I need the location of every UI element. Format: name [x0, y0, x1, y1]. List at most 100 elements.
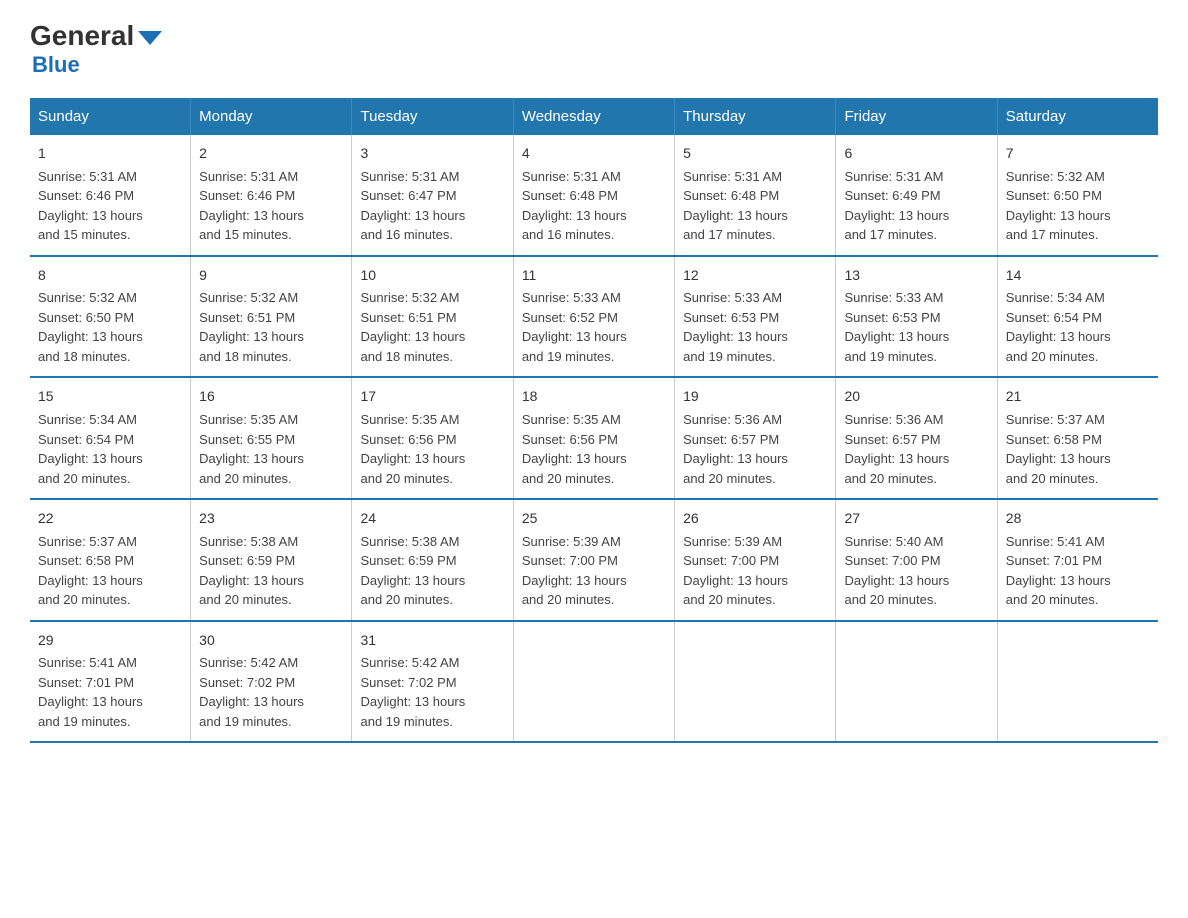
calendar-cell: 10Sunrise: 5:32 AMSunset: 6:51 PMDayligh…: [352, 256, 513, 378]
day-number: 19: [683, 386, 827, 408]
day-number: 1: [38, 143, 182, 165]
col-header-saturday: Saturday: [997, 98, 1158, 135]
day-number: 8: [38, 265, 182, 287]
day-info: Sunrise: 5:32 AMSunset: 6:51 PMDaylight:…: [360, 288, 504, 366]
day-info: Sunrise: 5:31 AMSunset: 6:46 PMDaylight:…: [199, 167, 343, 245]
col-header-tuesday: Tuesday: [352, 98, 513, 135]
page-header: General Blue: [30, 20, 1158, 78]
day-info: Sunrise: 5:34 AMSunset: 6:54 PMDaylight:…: [1006, 288, 1150, 366]
calendar-table: SundayMondayTuesdayWednesdayThursdayFrid…: [30, 98, 1158, 743]
day-info: Sunrise: 5:42 AMSunset: 7:02 PMDaylight:…: [360, 653, 504, 731]
calendar-cell: 21Sunrise: 5:37 AMSunset: 6:58 PMDayligh…: [997, 377, 1158, 499]
day-number: 31: [360, 630, 504, 652]
calendar-cell: 7Sunrise: 5:32 AMSunset: 6:50 PMDaylight…: [997, 135, 1158, 256]
day-info: Sunrise: 5:35 AMSunset: 6:56 PMDaylight:…: [360, 410, 504, 488]
day-number: 27: [844, 508, 988, 530]
day-info: Sunrise: 5:31 AMSunset: 6:47 PMDaylight:…: [360, 167, 504, 245]
col-header-monday: Monday: [191, 98, 352, 135]
calendar-cell: 2Sunrise: 5:31 AMSunset: 6:46 PMDaylight…: [191, 135, 352, 256]
calendar-cell: [836, 621, 997, 743]
day-info: Sunrise: 5:32 AMSunset: 6:50 PMDaylight:…: [1006, 167, 1150, 245]
day-number: 23: [199, 508, 343, 530]
calendar-cell: 24Sunrise: 5:38 AMSunset: 6:59 PMDayligh…: [352, 499, 513, 621]
day-number: 5: [683, 143, 827, 165]
calendar-cell: [997, 621, 1158, 743]
day-number: 26: [683, 508, 827, 530]
calendar-cell: 12Sunrise: 5:33 AMSunset: 6:53 PMDayligh…: [675, 256, 836, 378]
logo-arrow-icon: [138, 31, 162, 45]
calendar-cell: 17Sunrise: 5:35 AMSunset: 6:56 PMDayligh…: [352, 377, 513, 499]
calendar-cell: 15Sunrise: 5:34 AMSunset: 6:54 PMDayligh…: [30, 377, 191, 499]
day-number: 20: [844, 386, 988, 408]
day-info: Sunrise: 5:35 AMSunset: 6:56 PMDaylight:…: [522, 410, 666, 488]
calendar-cell: 31Sunrise: 5:42 AMSunset: 7:02 PMDayligh…: [352, 621, 513, 743]
day-number: 12: [683, 265, 827, 287]
day-number: 15: [38, 386, 182, 408]
col-header-sunday: Sunday: [30, 98, 191, 135]
day-info: Sunrise: 5:37 AMSunset: 6:58 PMDaylight:…: [38, 532, 182, 610]
day-number: 6: [844, 143, 988, 165]
day-info: Sunrise: 5:33 AMSunset: 6:53 PMDaylight:…: [844, 288, 988, 366]
week-row-2: 8Sunrise: 5:32 AMSunset: 6:50 PMDaylight…: [30, 256, 1158, 378]
day-info: Sunrise: 5:38 AMSunset: 6:59 PMDaylight:…: [360, 532, 504, 610]
logo-general: General: [30, 20, 162, 52]
calendar-cell: 8Sunrise: 5:32 AMSunset: 6:50 PMDaylight…: [30, 256, 191, 378]
day-number: 28: [1006, 508, 1150, 530]
col-header-thursday: Thursday: [675, 98, 836, 135]
calendar-cell: 18Sunrise: 5:35 AMSunset: 6:56 PMDayligh…: [513, 377, 674, 499]
logo-blue: Blue: [32, 52, 80, 78]
calendar-cell: 1Sunrise: 5:31 AMSunset: 6:46 PMDaylight…: [30, 135, 191, 256]
day-info: Sunrise: 5:38 AMSunset: 6:59 PMDaylight:…: [199, 532, 343, 610]
week-row-4: 22Sunrise: 5:37 AMSunset: 6:58 PMDayligh…: [30, 499, 1158, 621]
calendar-cell: 30Sunrise: 5:42 AMSunset: 7:02 PMDayligh…: [191, 621, 352, 743]
logo: General Blue: [30, 20, 162, 78]
col-header-friday: Friday: [836, 98, 997, 135]
day-number: 21: [1006, 386, 1150, 408]
day-number: 29: [38, 630, 182, 652]
calendar-cell: 3Sunrise: 5:31 AMSunset: 6:47 PMDaylight…: [352, 135, 513, 256]
day-number: 10: [360, 265, 504, 287]
calendar-cell: 29Sunrise: 5:41 AMSunset: 7:01 PMDayligh…: [30, 621, 191, 743]
day-number: 22: [38, 508, 182, 530]
day-info: Sunrise: 5:39 AMSunset: 7:00 PMDaylight:…: [522, 532, 666, 610]
calendar-cell: 25Sunrise: 5:39 AMSunset: 7:00 PMDayligh…: [513, 499, 674, 621]
day-number: 2: [199, 143, 343, 165]
day-info: Sunrise: 5:36 AMSunset: 6:57 PMDaylight:…: [683, 410, 827, 488]
day-info: Sunrise: 5:35 AMSunset: 6:55 PMDaylight:…: [199, 410, 343, 488]
calendar-header-row: SundayMondayTuesdayWednesdayThursdayFrid…: [30, 98, 1158, 135]
calendar-cell: 13Sunrise: 5:33 AMSunset: 6:53 PMDayligh…: [836, 256, 997, 378]
col-header-wednesday: Wednesday: [513, 98, 674, 135]
calendar-cell: 16Sunrise: 5:35 AMSunset: 6:55 PMDayligh…: [191, 377, 352, 499]
calendar-cell: 27Sunrise: 5:40 AMSunset: 7:00 PMDayligh…: [836, 499, 997, 621]
calendar-cell: 9Sunrise: 5:32 AMSunset: 6:51 PMDaylight…: [191, 256, 352, 378]
day-info: Sunrise: 5:33 AMSunset: 6:53 PMDaylight:…: [683, 288, 827, 366]
calendar-cell: 11Sunrise: 5:33 AMSunset: 6:52 PMDayligh…: [513, 256, 674, 378]
day-info: Sunrise: 5:34 AMSunset: 6:54 PMDaylight:…: [38, 410, 182, 488]
calendar-cell: 28Sunrise: 5:41 AMSunset: 7:01 PMDayligh…: [997, 499, 1158, 621]
day-number: 3: [360, 143, 504, 165]
day-number: 30: [199, 630, 343, 652]
day-info: Sunrise: 5:42 AMSunset: 7:02 PMDaylight:…: [199, 653, 343, 731]
day-number: 18: [522, 386, 666, 408]
calendar-cell: 20Sunrise: 5:36 AMSunset: 6:57 PMDayligh…: [836, 377, 997, 499]
week-row-5: 29Sunrise: 5:41 AMSunset: 7:01 PMDayligh…: [30, 621, 1158, 743]
calendar-cell: 4Sunrise: 5:31 AMSunset: 6:48 PMDaylight…: [513, 135, 674, 256]
day-number: 4: [522, 143, 666, 165]
day-info: Sunrise: 5:31 AMSunset: 6:48 PMDaylight:…: [683, 167, 827, 245]
calendar-cell: [675, 621, 836, 743]
calendar-cell: 23Sunrise: 5:38 AMSunset: 6:59 PMDayligh…: [191, 499, 352, 621]
day-info: Sunrise: 5:41 AMSunset: 7:01 PMDaylight:…: [1006, 532, 1150, 610]
day-info: Sunrise: 5:40 AMSunset: 7:00 PMDaylight:…: [844, 532, 988, 610]
day-number: 25: [522, 508, 666, 530]
day-info: Sunrise: 5:33 AMSunset: 6:52 PMDaylight:…: [522, 288, 666, 366]
day-number: 13: [844, 265, 988, 287]
calendar-cell: 14Sunrise: 5:34 AMSunset: 6:54 PMDayligh…: [997, 256, 1158, 378]
day-info: Sunrise: 5:31 AMSunset: 6:48 PMDaylight:…: [522, 167, 666, 245]
calendar-cell: 6Sunrise: 5:31 AMSunset: 6:49 PMDaylight…: [836, 135, 997, 256]
calendar-cell: 19Sunrise: 5:36 AMSunset: 6:57 PMDayligh…: [675, 377, 836, 499]
day-info: Sunrise: 5:31 AMSunset: 6:49 PMDaylight:…: [844, 167, 988, 245]
calendar-cell: 22Sunrise: 5:37 AMSunset: 6:58 PMDayligh…: [30, 499, 191, 621]
day-number: 9: [199, 265, 343, 287]
day-number: 17: [360, 386, 504, 408]
week-row-1: 1 Sunrise: 5:31 AMSunset: 6:46 PMDaylight…: [30, 135, 1158, 256]
